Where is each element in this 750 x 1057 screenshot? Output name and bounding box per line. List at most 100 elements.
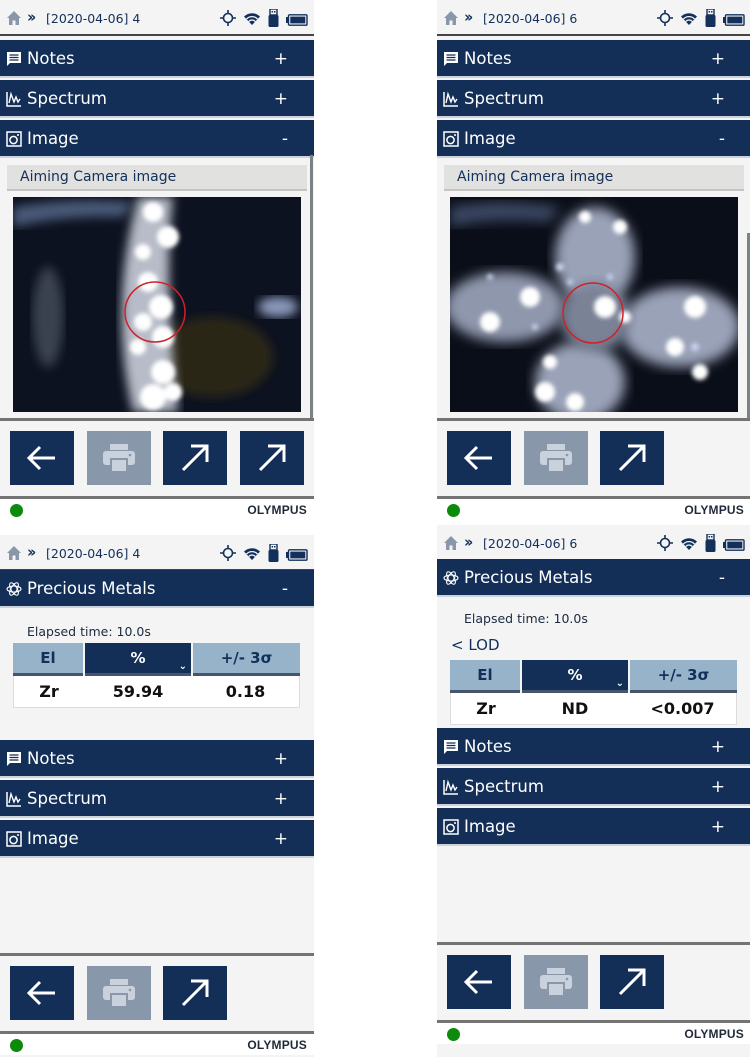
collapse-toggle[interactable]: -: [282, 129, 288, 149]
collapse-toggle[interactable]: -: [719, 129, 725, 149]
home-icon[interactable]: [443, 10, 459, 26]
collapse-toggle[interactable]: -: [282, 579, 288, 599]
expand-toggle[interactable]: +: [274, 789, 288, 809]
sort-chevron-icon: ⌄: [615, 678, 624, 689]
double-chevron-icon[interactable]: ››: [464, 533, 474, 551]
table-row: Zr ND <0.007: [450, 693, 737, 725]
section-label: Precious Metals: [27, 579, 156, 598]
section-notes[interactable]: Notes +: [437, 728, 750, 766]
arrow-up-right-icon: [618, 968, 646, 996]
lod-label: < LOD: [451, 636, 500, 654]
status-led: [447, 504, 460, 517]
section-notes[interactable]: Notes +: [0, 40, 314, 78]
expand-toggle[interactable]: +: [274, 829, 288, 849]
battery-icon: [723, 536, 745, 555]
spectrum-icon: [443, 91, 458, 107]
status-bar: ›› [2020-04-06] 4: [0, 0, 314, 36]
expand-toggle[interactable]: +: [274, 749, 288, 769]
section-label: Precious Metals: [464, 568, 593, 587]
section-notes[interactable]: Notes +: [437, 40, 750, 78]
export-button-2[interactable]: [240, 431, 304, 485]
section-notes[interactable]: Notes +: [0, 740, 314, 778]
toolbar: [0, 953, 314, 1032]
atom-icon: [443, 571, 459, 585]
section-label: Notes: [464, 737, 512, 756]
section-image[interactable]: Image -: [0, 120, 314, 158]
column-header-label: %: [567, 666, 583, 684]
section-precious-metals[interactable]: Precious Metals -: [437, 559, 750, 597]
cell-percent: 59.94: [112, 682, 164, 701]
usb-icon: [268, 8, 279, 31]
section-image[interactable]: Image -: [437, 120, 750, 158]
section-label: Notes: [27, 49, 75, 68]
expand-toggle[interactable]: +: [711, 777, 725, 797]
print-button[interactable]: [524, 431, 588, 485]
section-label: Spectrum: [464, 89, 544, 108]
expand-toggle[interactable]: +: [711, 49, 725, 69]
printer-icon: [540, 968, 572, 997]
aiming-camera-title: Aiming Camera image: [444, 165, 744, 191]
print-button[interactable]: [87, 966, 151, 1020]
column-header-element[interactable]: El: [13, 643, 83, 676]
breadcrumb: [2020-04-06] 6: [483, 536, 578, 551]
section-image[interactable]: Image +: [437, 808, 750, 846]
column-header-element[interactable]: El: [450, 660, 520, 693]
double-chevron-icon[interactable]: ››: [27, 543, 37, 561]
sort-chevron-icon: ⌄: [178, 661, 187, 672]
home-icon[interactable]: [6, 545, 22, 561]
notes-icon: [444, 740, 458, 754]
section-label: Notes: [27, 749, 75, 768]
footer: OLYMPUS: [0, 1031, 314, 1055]
brand-logo: OLYMPUS: [247, 503, 307, 517]
battery-icon: [286, 546, 308, 565]
home-icon[interactable]: [443, 535, 459, 551]
results-table: El % ⌄ +/- 3σ Zr ND <0.007: [450, 660, 737, 725]
image-icon: [6, 831, 22, 847]
gps-crosshair-icon: [220, 545, 236, 565]
section-spectrum[interactable]: Spectrum +: [0, 80, 314, 118]
expand-toggle[interactable]: +: [711, 89, 725, 109]
export-button[interactable]: [163, 431, 227, 485]
back-button[interactable]: [10, 966, 74, 1020]
collapse-toggle[interactable]: -: [719, 568, 725, 588]
double-chevron-icon[interactable]: ››: [27, 8, 37, 26]
section-precious-metals[interactable]: Precious Metals -: [0, 570, 314, 608]
arrow-up-right-icon: [258, 444, 286, 472]
arrow-left-icon: [464, 445, 492, 471]
home-icon[interactable]: [6, 10, 22, 26]
print-button[interactable]: [87, 431, 151, 485]
export-button[interactable]: [600, 955, 664, 1009]
section-label: Spectrum: [27, 789, 107, 808]
footer: OLYMPUS: [0, 496, 314, 520]
print-button[interactable]: [524, 955, 588, 1009]
status-led: [10, 1039, 23, 1052]
export-button[interactable]: [600, 431, 664, 485]
brand-logo: OLYMPUS: [684, 1027, 744, 1041]
elapsed-time: Elapsed time: 10.0s: [464, 611, 588, 626]
back-button[interactable]: [447, 431, 511, 485]
scrollbar[interactable]: [310, 155, 313, 420]
column-header-percent[interactable]: % ⌄: [522, 660, 628, 693]
expand-toggle[interactable]: +: [711, 737, 725, 757]
column-header-percent[interactable]: % ⌄: [85, 643, 191, 676]
section-image[interactable]: Image +: [0, 820, 314, 858]
spectrum-icon: [443, 779, 458, 795]
status-bar: ›› [2020-04-06] 6: [437, 0, 750, 36]
usb-icon: [705, 8, 716, 31]
usb-icon: [268, 543, 279, 566]
results-table: El % ⌄ +/- 3σ Zr 59.94 0.18: [13, 643, 300, 708]
column-header-error[interactable]: +/- 3σ: [630, 660, 737, 693]
column-header-error[interactable]: +/- 3σ: [193, 643, 300, 676]
double-chevron-icon[interactable]: ››: [464, 8, 474, 26]
expand-toggle[interactable]: +: [274, 49, 288, 69]
status-bar: ›› [2020-04-06] 4: [0, 535, 314, 571]
expand-toggle[interactable]: +: [711, 817, 725, 837]
section-label: Image: [27, 129, 79, 148]
section-spectrum[interactable]: Spectrum +: [0, 780, 314, 818]
export-button[interactable]: [163, 966, 227, 1020]
section-spectrum[interactable]: Spectrum +: [437, 768, 750, 806]
section-spectrum[interactable]: Spectrum +: [437, 80, 750, 118]
back-button[interactable]: [447, 955, 511, 1009]
back-button[interactable]: [10, 431, 74, 485]
expand-toggle[interactable]: +: [274, 89, 288, 109]
